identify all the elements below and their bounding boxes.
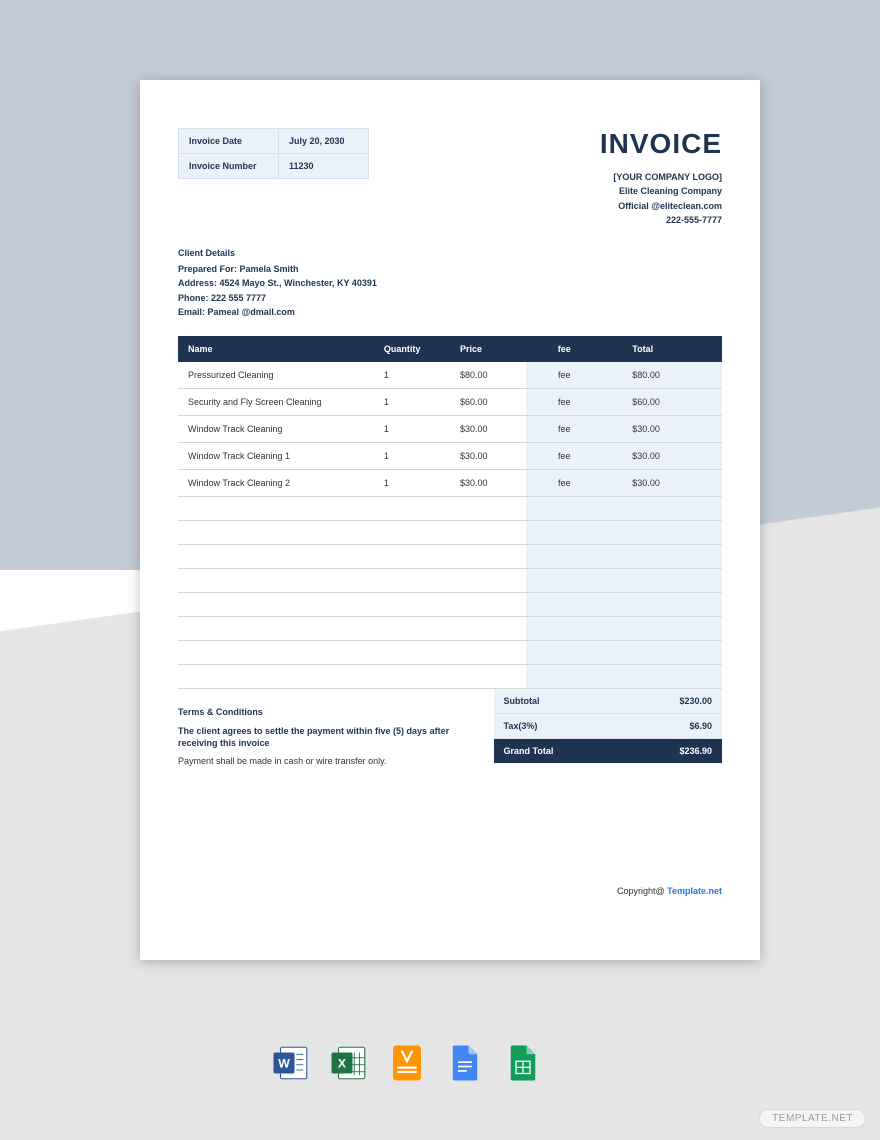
- google-sheets-icon[interactable]: [502, 1042, 544, 1084]
- item-fee: fee: [526, 362, 602, 389]
- table-row: Window Track Cleaning 11$30.00fee$30.00: [178, 442, 722, 469]
- client-address: Address: 4524 Mayo St., Winchester, KY 4…: [178, 276, 722, 290]
- pages-icon[interactable]: [386, 1042, 428, 1084]
- client-email: Email: Pameal @dmail.com: [178, 305, 722, 319]
- col-fee: fee: [526, 336, 602, 362]
- copyright: Copyright@ Template.net: [617, 886, 722, 896]
- item-name: Window Track Cleaning 1: [178, 442, 374, 469]
- item-total: $80.00: [602, 362, 722, 389]
- item-total: $30.00: [602, 442, 722, 469]
- col-total: Total: [602, 336, 722, 362]
- line-items-table: Name Quantity Price fee Total Pressurize…: [178, 336, 722, 689]
- terms-conditions: Terms & Conditions The client agrees to …: [178, 689, 494, 766]
- item-qty: 1: [374, 442, 450, 469]
- table-row: Security and Fly Screen Cleaning1$60.00f…: [178, 388, 722, 415]
- table-row-empty: [178, 520, 722, 544]
- google-docs-icon[interactable]: [444, 1042, 486, 1084]
- table-row-empty: [178, 592, 722, 616]
- svg-text:W: W: [278, 1056, 290, 1070]
- item-fee: fee: [526, 388, 602, 415]
- copyright-link[interactable]: Template.net: [667, 886, 722, 896]
- meta-block: Invoice Date July 20, 2030 Invoice Numbe…: [178, 128, 369, 179]
- tax-row: Tax(3%) $6.90: [494, 713, 722, 738]
- header: Invoice Date July 20, 2030 Invoice Numbe…: [178, 128, 722, 228]
- terms-line1: The client agrees to settle the payment …: [178, 725, 482, 750]
- item-price: $60.00: [450, 388, 526, 415]
- item-qty: 1: [374, 415, 450, 442]
- table-row-empty: [178, 640, 722, 664]
- invoice-date-label: Invoice Date: [179, 129, 279, 154]
- item-qty: 1: [374, 469, 450, 496]
- word-icon[interactable]: W: [270, 1042, 312, 1084]
- item-name: Window Track Cleaning: [178, 415, 374, 442]
- invoice-number-value: 11230: [279, 154, 369, 179]
- table-row-empty: [178, 544, 722, 568]
- table-row-empty: [178, 568, 722, 592]
- bottom-section: Terms & Conditions The client agrees to …: [178, 689, 722, 766]
- client-prepared-for: Prepared For: Pamela Smith: [178, 262, 722, 276]
- copyright-prefix: Copyright@: [617, 886, 667, 896]
- company-name: Elite Cleaning Company: [600, 184, 722, 198]
- col-qty: Quantity: [374, 336, 450, 362]
- table-row-empty: [178, 664, 722, 688]
- subtotal-label: Subtotal: [504, 696, 632, 706]
- item-price: $30.00: [450, 469, 526, 496]
- company-logo-placeholder: [YOUR COMPANY LOGO]: [600, 170, 722, 184]
- terms-line2: Payment shall be made in cash or wire tr…: [178, 756, 482, 766]
- tax-label: Tax(3%): [504, 721, 632, 731]
- watermark: TEMPLATE.NET: [759, 1109, 866, 1128]
- subtotal-row: Subtotal $230.00: [494, 689, 722, 713]
- table-row: Pressurized Cleaning1$80.00fee$80.00: [178, 362, 722, 389]
- item-total: $30.00: [602, 469, 722, 496]
- svg-text:X: X: [338, 1056, 347, 1070]
- company-info: [YOUR COMPANY LOGO] Elite Cleaning Compa…: [600, 170, 722, 228]
- item-price: $80.00: [450, 362, 526, 389]
- terms-heading: Terms & Conditions: [178, 707, 482, 717]
- totals-block: Subtotal $230.00 Tax(3%) $6.90 Grand Tot…: [494, 689, 722, 766]
- item-total: $60.00: [602, 388, 722, 415]
- item-price: $30.00: [450, 442, 526, 469]
- excel-icon[interactable]: X: [328, 1042, 370, 1084]
- client-details: Client Details Prepared For: Pamela Smit…: [178, 246, 722, 320]
- invoice-meta-table: Invoice Date July 20, 2030 Invoice Numbe…: [178, 128, 369, 179]
- subtotal-value: $230.00: [632, 696, 712, 706]
- table-row-empty: [178, 616, 722, 640]
- invoice-number-label: Invoice Number: [179, 154, 279, 179]
- item-name: Pressurized Cleaning: [178, 362, 374, 389]
- grand-value: $236.90: [632, 746, 712, 756]
- item-qty: 1: [374, 362, 450, 389]
- item-qty: 1: [374, 388, 450, 415]
- item-fee: fee: [526, 415, 602, 442]
- invoice-date-value: July 20, 2030: [279, 129, 369, 154]
- company-phone: 222-555-7777: [600, 213, 722, 227]
- item-fee: fee: [526, 442, 602, 469]
- col-name: Name: [178, 336, 374, 362]
- title-block: INVOICE [YOUR COMPANY LOGO] Elite Cleani…: [600, 128, 722, 228]
- item-price: $30.00: [450, 415, 526, 442]
- client-phone: Phone: 222 555 7777: [178, 291, 722, 305]
- items-header-row: Name Quantity Price fee Total: [178, 336, 722, 362]
- col-price: Price: [450, 336, 526, 362]
- invoice-page: Invoice Date July 20, 2030 Invoice Numbe…: [140, 80, 760, 960]
- client-heading: Client Details: [178, 246, 722, 260]
- item-name: Security and Fly Screen Cleaning: [178, 388, 374, 415]
- invoice-title: INVOICE: [600, 128, 722, 160]
- table-row: Window Track Cleaning1$30.00fee$30.00: [178, 415, 722, 442]
- grand-total-row: Grand Total $236.90: [494, 738, 722, 763]
- item-fee: fee: [526, 469, 602, 496]
- format-icons: W X: [270, 1042, 544, 1084]
- tax-value: $6.90: [632, 721, 712, 731]
- item-name: Window Track Cleaning 2: [178, 469, 374, 496]
- table-row-empty: [178, 496, 722, 520]
- company-email: Official @eliteclean.com: [600, 199, 722, 213]
- item-total: $30.00: [602, 415, 722, 442]
- invoice-date-row: Invoice Date July 20, 2030: [179, 129, 369, 154]
- grand-label: Grand Total: [504, 746, 632, 756]
- invoice-number-row: Invoice Number 11230: [179, 154, 369, 179]
- table-row: Window Track Cleaning 21$30.00fee$30.00: [178, 469, 722, 496]
